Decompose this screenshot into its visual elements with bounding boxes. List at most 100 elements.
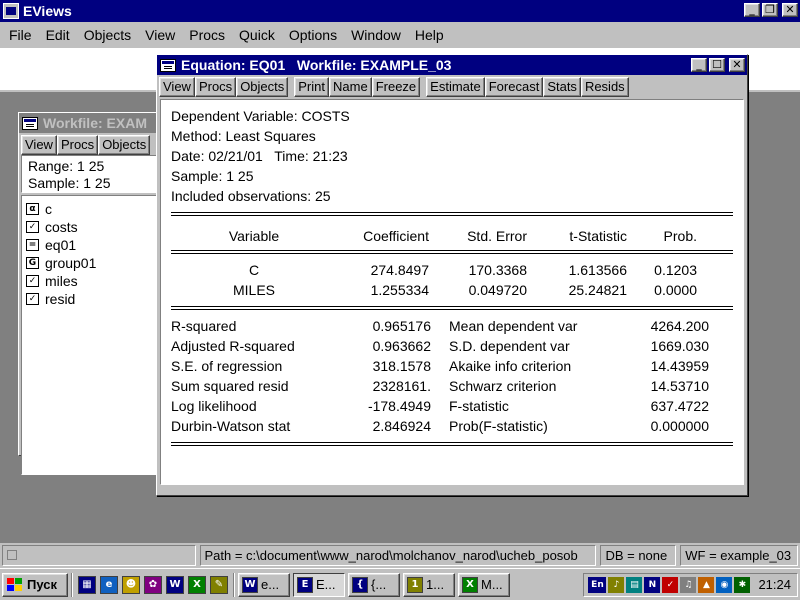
task-eviews[interactable]: E E...	[293, 572, 345, 597]
workfile-window[interactable]: Workfile: EXAM View Procs Objects Range:…	[18, 112, 163, 475]
task-label: E...	[316, 577, 336, 592]
excel-icon: X	[462, 576, 478, 593]
equation-title: Equation: EQ01 Workfile: EXAMPLE_03	[181, 57, 452, 73]
t-statistic-value: 1.613566	[568, 262, 627, 278]
menu-bar: File Edit Objects View Procs Quick Optio…	[0, 22, 800, 48]
tray-check-icon[interactable]: ✓	[662, 576, 679, 593]
minimize-button[interactable]: _	[744, 3, 760, 17]
col-t-statistic: t-Statistic	[569, 228, 627, 244]
start-button[interactable]: Пуск	[2, 572, 68, 597]
windows-logo-icon	[7, 577, 23, 592]
task-word[interactable]: We...	[238, 572, 290, 597]
eq-name-button[interactable]: Name	[329, 77, 372, 97]
list-item[interactable]: ✓ miles	[26, 272, 155, 290]
estimation-date: Date: 02/21/01 Time: 21:23	[171, 148, 348, 164]
table-row: S.E. of regression 318.1578 Akaike info …	[171, 356, 733, 376]
eq-view-button[interactable]: View	[159, 77, 195, 97]
coefficient-value: 1.255334	[370, 282, 429, 298]
menu-view[interactable]: View	[138, 27, 182, 43]
list-item[interactable]: ✓ resid	[26, 290, 155, 308]
eq-print-button[interactable]: Print	[294, 77, 329, 97]
status-message	[2, 545, 196, 566]
stat-value: 1669.030	[650, 338, 709, 354]
series-icon: ✓	[26, 275, 39, 287]
coefficient-table: C 274.8497 170.3368 1.613566 0.1203 MILE…	[171, 254, 733, 306]
task-excel[interactable]: X M...	[458, 572, 510, 597]
table-row: Adjusted R-squared 0.963662 S.D. depende…	[171, 336, 733, 356]
menu-quick[interactable]: Quick	[232, 27, 282, 43]
language-indicator[interactable]: En	[588, 576, 607, 593]
workfile-title: Workfile: EXAM	[43, 115, 147, 131]
stat-label: F-statistic	[449, 398, 509, 414]
equation-title-bar[interactable]: Equation: EQ01 Workfile: EXAMPLE_03 _ ☐ …	[157, 55, 747, 75]
workfile-sample: Sample: 1 25	[28, 175, 111, 191]
quicklaunch-word-icon[interactable]: W	[166, 575, 184, 594]
tray-globe-icon[interactable]: ◉	[716, 576, 733, 593]
menu-procs[interactable]: Procs	[182, 27, 232, 43]
tray-music-icon[interactable]: ♫	[680, 576, 697, 593]
table-header: Variable Coefficient Std. Error t-Statis…	[171, 216, 733, 250]
wf-procs-button[interactable]: Procs	[56, 135, 99, 155]
quicklaunch-excel-icon[interactable]: X	[188, 575, 206, 594]
eq-objects-button[interactable]: Objects	[236, 77, 289, 97]
workfile-info: Range: 1 25 Sample: 1 25	[21, 155, 160, 193]
tray-app-icon[interactable]: ▤	[626, 576, 643, 593]
list-item[interactable]: αc	[26, 200, 155, 218]
menu-options[interactable]: Options	[282, 27, 344, 43]
eq-estimate-button[interactable]: Estimate	[426, 77, 485, 97]
menu-window[interactable]: Window	[344, 27, 408, 43]
task-explorer[interactable]: {{...	[348, 572, 400, 597]
clock[interactable]: 21:24	[758, 577, 791, 592]
quicklaunch-desktop-icon[interactable]: ▦	[78, 575, 96, 594]
eq-forecast-button[interactable]: Forecast	[484, 77, 544, 97]
tray-n-icon[interactable]: N	[644, 576, 661, 593]
status-bar: Path = c:\document\www_narod\molchanov_n…	[0, 543, 800, 568]
stat-value: 2328161.	[372, 378, 431, 394]
variable-name: C	[248, 262, 260, 278]
eq-minimize-button[interactable]: _	[691, 58, 707, 72]
equation-icon: =	[26, 239, 39, 251]
equation-output: Dependent Variable: COSTS Method: Least …	[160, 99, 744, 485]
eq-resids-button[interactable]: Resids	[580, 77, 629, 97]
list-item[interactable]: = eq01	[26, 236, 155, 254]
quicklaunch-ie-icon[interactable]: e	[100, 575, 118, 594]
eq-maximize-button[interactable]: ☐	[709, 58, 725, 72]
status-db: DB = none	[600, 545, 677, 566]
close-button[interactable]: ✕	[782, 3, 798, 17]
task-label: 1...	[426, 577, 445, 592]
quicklaunch-app-icon[interactable]: ☻	[122, 575, 140, 594]
wf-objects-button[interactable]: Objects	[98, 135, 151, 155]
eq-procs-button[interactable]: Procs	[194, 77, 237, 97]
quicklaunch-tool-icon[interactable]: ✎	[210, 575, 228, 594]
stat-value: 318.1578	[372, 358, 431, 374]
app-title-bar[interactable]: EViews _ ❐ ✕	[0, 0, 800, 22]
eviews-app-icon[interactable]	[3, 3, 19, 19]
restore-button[interactable]: ❐	[762, 3, 778, 17]
eq-freeze-button[interactable]: Freeze	[371, 77, 421, 97]
col-prob: Prob.	[663, 228, 697, 244]
eviews-icon: E	[297, 576, 313, 593]
object-name: resid	[45, 291, 76, 307]
eq-stats-button[interactable]: Stats	[543, 77, 581, 97]
stat-value: 0.965176	[372, 318, 431, 334]
menu-edit[interactable]: Edit	[39, 27, 77, 43]
wf-view-button[interactable]: View	[21, 135, 57, 155]
quicklaunch-media-icon[interactable]: ✿	[144, 575, 162, 594]
stat-label: Mean dependent var	[449, 318, 578, 334]
equation-window[interactable]: Equation: EQ01 Workfile: EXAMPLE_03 _ ☐ …	[156, 54, 748, 496]
table-row: Log likelihood -178.4949 F-statistic 637…	[171, 396, 733, 416]
tray-warning-icon[interactable]: ▲	[698, 576, 715, 593]
menu-file[interactable]: File	[2, 27, 39, 43]
list-item[interactable]: ✓ costs	[26, 218, 155, 236]
menu-objects[interactable]: Objects	[77, 27, 138, 43]
workfile-toolbar: View Procs Objects	[19, 133, 162, 155]
eq-close-button[interactable]: ✕	[729, 58, 745, 72]
tray-bug-icon[interactable]: ✱	[734, 576, 751, 593]
workfile-range: Range: 1 25	[28, 158, 105, 174]
workfile-title-bar[interactable]: Workfile: EXAM	[19, 113, 162, 133]
task-tool[interactable]: 1 1...	[403, 572, 455, 597]
dependent-variable: Dependent Variable: COSTS	[171, 108, 350, 124]
volume-icon[interactable]: ♪	[608, 576, 625, 593]
menu-help[interactable]: Help	[408, 27, 451, 43]
list-item[interactable]: Ggroup01	[26, 254, 155, 272]
